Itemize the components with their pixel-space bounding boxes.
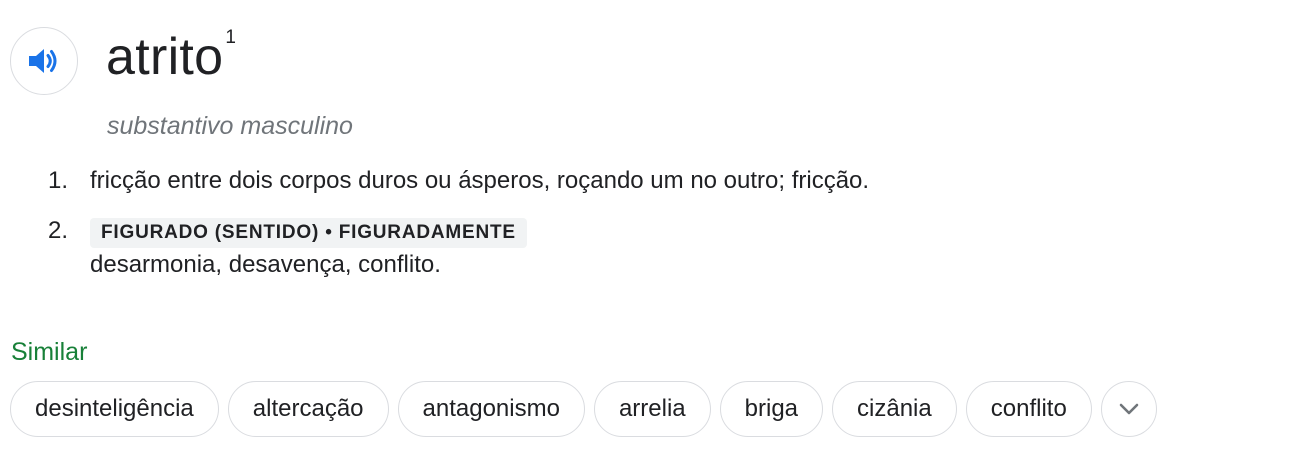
sense-number: 1. xyxy=(48,167,69,194)
similar-chip[interactable]: desinteligência xyxy=(10,381,219,437)
similar-chip[interactable]: briga xyxy=(719,381,824,437)
chevron-down-icon xyxy=(1119,403,1139,415)
similar-chip[interactable]: antagonismo xyxy=(397,381,585,437)
sense-item: 1. fricção entre dois corpos duros ou ás… xyxy=(48,164,1248,198)
sense-definition: desarmonia, desavença, conflito. xyxy=(90,251,441,278)
part-of-speech: substantivo masculino xyxy=(107,112,353,140)
homograph-number: 1 xyxy=(225,27,236,48)
similar-chip[interactable]: arrelia xyxy=(593,381,711,437)
headword: atrito xyxy=(106,28,224,86)
sense-item: 2. FIGURADO (SENTIDO) • FIGURADAMENTE de… xyxy=(48,214,1248,282)
pronounce-button[interactable] xyxy=(10,27,78,95)
expand-similar-button[interactable] xyxy=(1100,381,1157,437)
usage-label: FIGURADO (SENTIDO) • FIGURADAMENTE xyxy=(90,218,527,248)
similar-heading: Similar xyxy=(11,338,88,366)
sense-list: 1. fricção entre dois corpos duros ou ás… xyxy=(48,164,1248,298)
similar-chip[interactable]: altercação xyxy=(227,381,389,437)
similar-chip[interactable]: cizânia xyxy=(832,381,957,437)
headword-container: atrito 1 xyxy=(106,22,236,92)
dictionary-card: atrito 1 substantivo masculino 1. fricçã… xyxy=(0,0,1292,470)
sense-number: 2. xyxy=(48,217,69,244)
similar-chip[interactable]: conflito xyxy=(965,381,1092,437)
sense-definition: fricção entre dois corpos duros ou ásper… xyxy=(90,167,870,194)
similar-chips: desinteligência altercação antagonismo a… xyxy=(10,381,1157,437)
speaker-icon xyxy=(29,49,57,73)
